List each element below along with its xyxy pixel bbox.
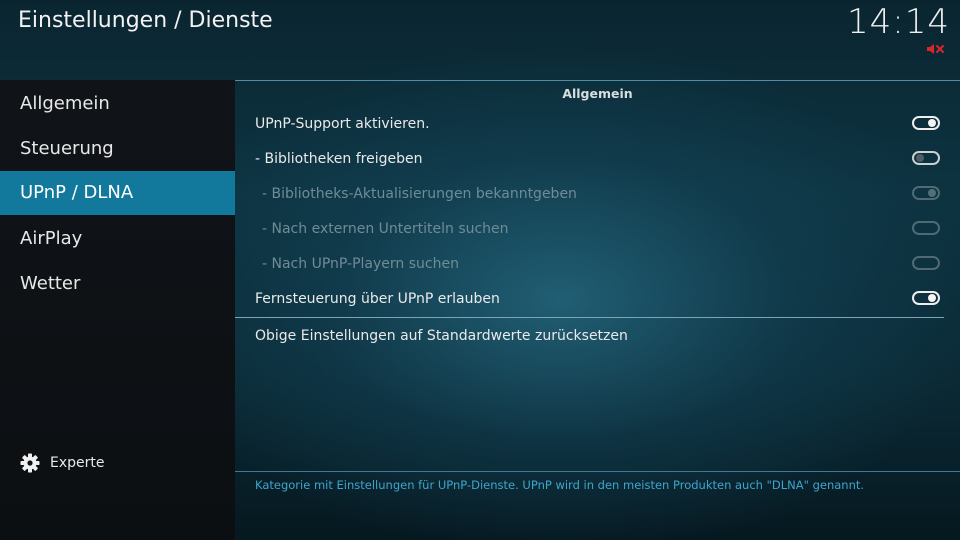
toggle-switch <box>912 221 940 235</box>
sidebar-item-wetter[interactable]: Wetter <box>0 262 235 306</box>
setting-label: Fernsteuerung über UPnP erlauben <box>255 291 500 307</box>
setting-share-libraries[interactable]: - Bibliotheken freigeben <box>255 142 942 176</box>
reset-divider <box>235 317 944 318</box>
page-title: Einstellungen / Dienste <box>18 8 273 33</box>
category-description: Kategorie mit Einstellungen für UPnP-Die… <box>255 478 865 492</box>
reset-label: Obige Einstellungen auf Standardwerte zu… <box>255 328 628 344</box>
setting-label: - Bibliotheken freigeben <box>255 151 423 167</box>
footer-divider <box>235 471 960 472</box>
toggle-switch[interactable] <box>912 291 940 305</box>
gear-icon <box>20 453 40 473</box>
setting-announce-library-updates: - Bibliotheks-Aktualisierungen bekanntge… <box>255 177 942 211</box>
sidebar-item-steuerung[interactable]: Steuerung <box>0 127 235 171</box>
setting-label: - Bibliotheks-Aktualisierungen bekanntge… <box>262 186 577 202</box>
setting-external-subtitles: - Nach externen Untertiteln suchen <box>255 212 942 246</box>
setting-label: - Nach externen Untertiteln suchen <box>262 221 509 237</box>
mute-icon <box>927 44 944 54</box>
setting-remote-control-upnp[interactable]: Fernsteuerung über UPnP erlauben <box>255 282 942 316</box>
setting-label: UPnP-Support aktivieren. <box>255 116 430 132</box>
panel-divider <box>235 80 960 81</box>
sidebar-item-allgemein[interactable]: Allgemein <box>0 82 235 126</box>
setting-upnp-support[interactable]: UPnP-Support aktivieren. <box>255 107 942 141</box>
clock: 14:14 <box>847 2 950 42</box>
sidebar-item-airplay[interactable]: AirPlay <box>0 217 235 261</box>
settings-screen: Einstellungen / Dienste 14:14 Allgemein … <box>0 0 960 540</box>
settings-level-label: Experte <box>50 455 105 471</box>
toggle-switch[interactable] <box>912 116 940 130</box>
toggle-switch[interactable] <box>912 151 940 165</box>
setting-label: - Nach UPnP-Playern suchen <box>262 256 459 272</box>
toggle-switch <box>912 186 940 200</box>
settings-level-button[interactable]: Experte <box>20 452 105 474</box>
sidebar-item-upnp-dlna[interactable]: UPnP / DLNA <box>0 171 235 215</box>
group-title: Allgemein <box>562 86 633 101</box>
setting-search-upnp-players: - Nach UPnP-Playern suchen <box>255 247 942 281</box>
toggle-switch <box>912 256 940 270</box>
sidebar: Allgemein Steuerung UPnP / DLNA AirPlay … <box>0 80 235 540</box>
reset-defaults-button[interactable]: Obige Einstellungen auf Standardwerte zu… <box>255 319 942 353</box>
